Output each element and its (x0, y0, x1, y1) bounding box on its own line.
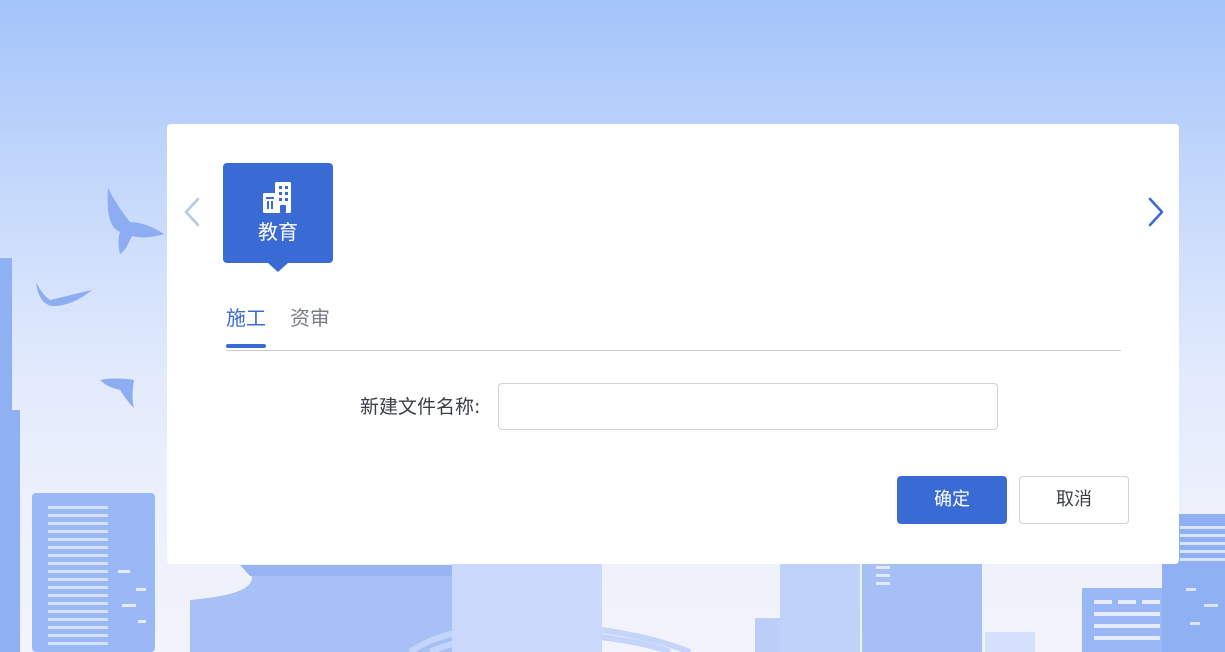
chevron-right-icon (1148, 197, 1164, 227)
tab-bar: 施工 资审 (226, 304, 1121, 351)
chevron-left-icon (184, 197, 200, 227)
carousel-prev-button[interactable] (181, 195, 205, 229)
new-file-dialog: 教育 施工 资审 新建文件名称: 确定 取消 (167, 124, 1179, 564)
carousel-next-button[interactable] (1143, 195, 1167, 229)
cancel-button[interactable]: 取消 (1019, 476, 1129, 524)
left-tower (0, 258, 20, 652)
active-tab-indicator (226, 344, 266, 348)
birds-decoration (36, 188, 164, 408)
category-tile-label: 教育 (258, 220, 298, 244)
mid-buildings (452, 564, 1035, 652)
left-building (32, 493, 155, 652)
file-name-input[interactable] (498, 383, 998, 430)
confirm-button[interactable]: 确定 (897, 476, 1007, 524)
tab-construction[interactable]: 施工 (226, 304, 266, 332)
tab-qualification-review[interactable]: 资审 (290, 304, 330, 332)
category-tile-education[interactable]: 教育 (223, 163, 333, 272)
building-icon (263, 182, 291, 213)
file-name-label: 新建文件名称: (360, 396, 481, 418)
